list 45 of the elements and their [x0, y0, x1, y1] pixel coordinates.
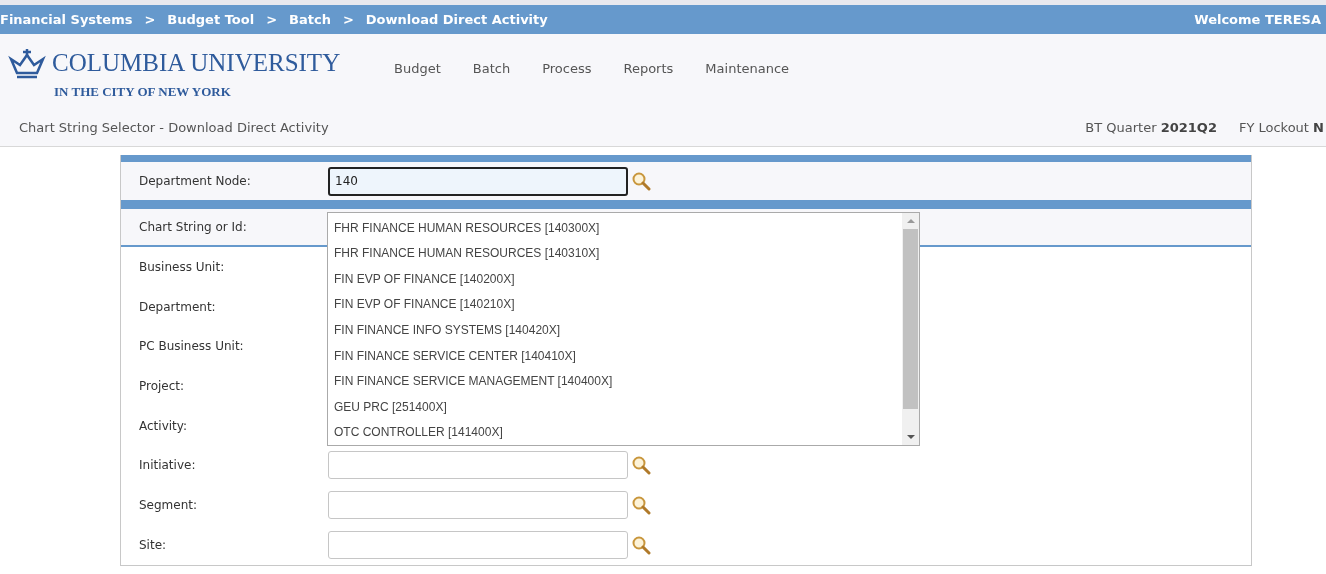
search-icon[interactable]	[631, 534, 651, 555]
dropdown-option[interactable]: FIN FINANCE INFO SYSTEMS [140420X]	[328, 317, 902, 343]
dropdown-option[interactable]: OTC CONTROLLER [141400X]	[328, 419, 902, 446]
breadcrumb-separator: >	[266, 10, 278, 29]
field-label: Department:	[139, 298, 217, 316]
welcome-text: Welcome TERESA	[1194, 10, 1321, 29]
status-text: FY Lockout N	[1238, 118, 1324, 137]
status-text: BT Quarter 2021Q2	[1085, 118, 1217, 137]
input-field[interactable]	[328, 490, 628, 519]
dropdown-option[interactable]: FIN FINANCE SERVICE CENTER [140410X]	[328, 342, 902, 369]
search-icon[interactable]	[631, 171, 651, 191]
scroll-up-icon[interactable]	[906, 219, 915, 223]
search-icon[interactable]	[631, 455, 651, 476]
logo-subtitle: IN THE CITY OF NEW YORK	[54, 82, 232, 101]
nav-link[interactable]: Reports	[607, 59, 690, 79]
field-label: Site:	[139, 536, 168, 554]
logo-title: COLUMBIA UNIVERSITY	[52, 48, 341, 78]
scroll-down-icon[interactable]	[906, 435, 915, 439]
field-label: PC Business Unit:	[139, 338, 245, 356]
dropdown-option[interactable]: FIN EVP OF FINANCE [140200X]	[328, 266, 902, 292]
field-label: Department Node:	[139, 173, 252, 190]
input-field[interactable]: 140	[328, 166, 628, 196]
field-label: Project:	[139, 377, 186, 395]
dropdown-option[interactable]: FIN FINANCE SERVICE MANAGEMENT [140400X]	[328, 368, 902, 394]
nav-link[interactable]: Process	[526, 59, 608, 79]
dropdown-option[interactable]: FHR FINANCE HUMAN RESOURCES [140300X]	[328, 215, 902, 241]
field-label: Activity:	[139, 417, 189, 435]
dropdown-option[interactable]: FHR FINANCE HUMAN RESOURCES [140310X]	[328, 240, 902, 267]
dropdown-option[interactable]: GEU PRC [251400X]	[328, 393, 902, 420]
search-icon[interactable]	[631, 494, 651, 515]
field-label: Business Unit:	[139, 258, 226, 276]
field-label: Initiative:	[139, 457, 197, 475]
input-field[interactable]	[328, 530, 628, 559]
page-title: Chart String Selector - Download Direct Activity	[19, 118, 329, 137]
breadcrumb-separator: >	[342, 10, 354, 29]
nav-link[interactable]: Budget	[378, 59, 457, 79]
field-label: Segment:	[139, 496, 199, 514]
nav-link[interactable]: Maintenance	[689, 59, 806, 79]
breadcrumb-separator: >	[144, 10, 156, 29]
field-label: Chart String or Id:	[139, 219, 247, 236]
scrollbar[interactable]	[902, 213, 919, 445]
nav-link[interactable]: Batch	[456, 59, 527, 79]
input-field[interactable]	[328, 451, 628, 480]
crown-icon	[8, 46, 46, 79]
dropdown-option[interactable]: FIN EVP OF FINANCE [140210X]	[328, 291, 902, 318]
